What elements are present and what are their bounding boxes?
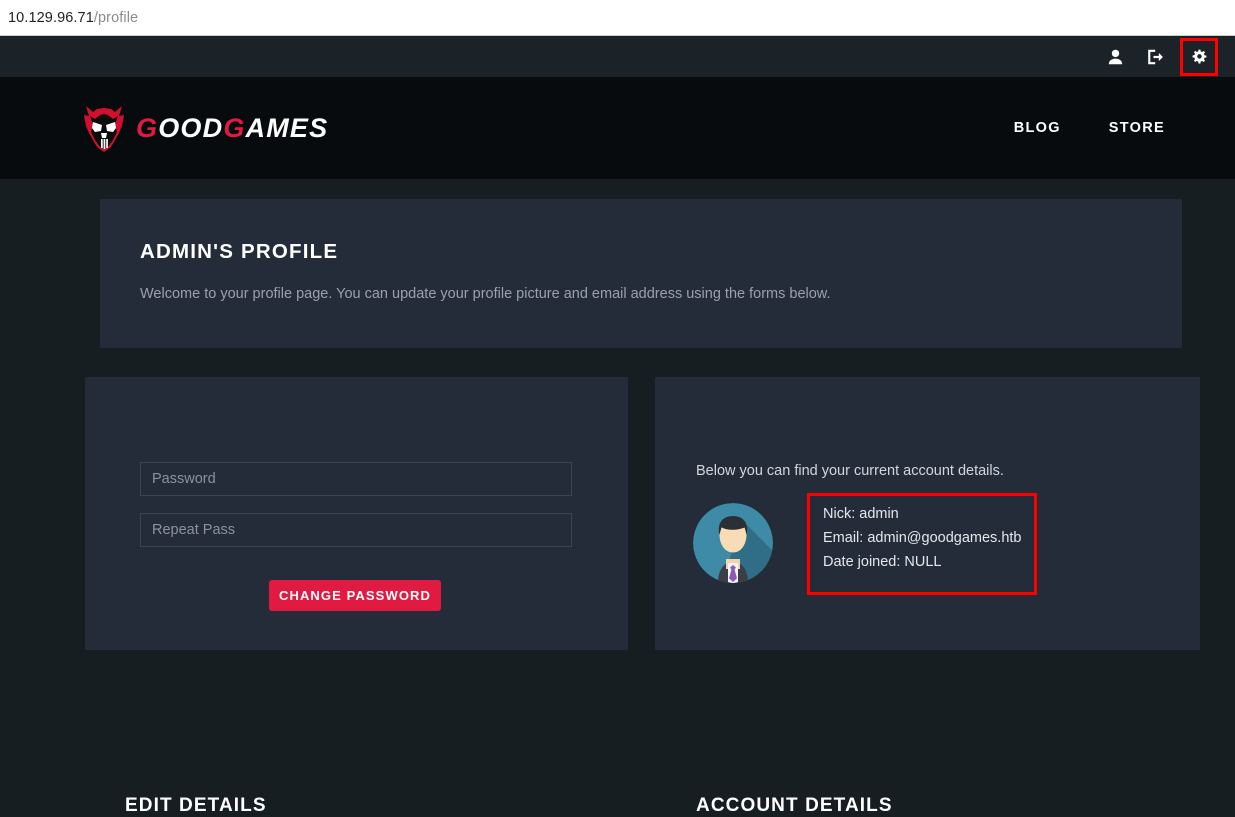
edit-details-title: EDIT DETAILS — [125, 795, 267, 816]
logout-icon[interactable] — [1140, 43, 1170, 71]
account-details-card: ACCOUNT DETAILS Below you can find your … — [655, 377, 1200, 816]
account-email: Email: admin@goodgames.htb — [823, 530, 1022, 546]
change-password-button[interactable]: CHANGE PASSWORD — [269, 580, 441, 611]
account-details-subtitle: Below you can find your current account … — [696, 463, 1004, 479]
edit-details-card: EDIT DETAILS CHANGE PASSWORD — [85, 377, 628, 816]
nav-links: BLOG STORE — [1014, 120, 1165, 136]
nav-link-store[interactable]: STORE — [1109, 120, 1165, 136]
gear-icon[interactable] — [1180, 38, 1218, 76]
url-text: 10.129.96.71/profile — [8, 10, 138, 26]
brand-ames: AMES — [245, 112, 329, 143]
url-host: 10.129.96.71 — [8, 9, 94, 26]
account-details-highlight-box: Nick: admin Email: admin@goodgames.htb D… — [807, 493, 1037, 595]
brand-text: GOODGAMES — [136, 113, 328, 144]
top-utility-bar — [0, 37, 1235, 77]
url-path: /profile — [93, 9, 139, 26]
brand-g1: G — [136, 112, 159, 143]
user-icon[interactable] — [1100, 43, 1130, 71]
account-nick: Nick: admin — [823, 506, 899, 522]
page-title: ADMIN'S PROFILE — [140, 240, 339, 263]
profile-banner: ADMIN'S PROFILE Welcome to your profile … — [100, 199, 1182, 348]
account-date-joined: Date joined: NULL — [823, 554, 942, 570]
browser-url-bar[interactable]: 10.129.96.71/profile — [0, 0, 1235, 36]
main-navigation-bar: GOODGAMES BLOG STORE — [0, 77, 1235, 179]
brand-ood: OOD — [158, 112, 224, 143]
brand-g2: G — [223, 112, 246, 143]
brand-logo[interactable]: GOODGAMES — [80, 102, 328, 154]
nav-link-blog[interactable]: BLOG — [1014, 120, 1061, 136]
repeat-password-input[interactable] — [140, 513, 572, 547]
account-details-title: ACCOUNT DETAILS — [696, 795, 893, 816]
avatar — [693, 503, 773, 583]
banner-subtitle: Welcome to your profile page. You can up… — [140, 286, 831, 302]
password-input[interactable] — [140, 462, 572, 496]
demon-skull-icon — [84, 106, 124, 152]
